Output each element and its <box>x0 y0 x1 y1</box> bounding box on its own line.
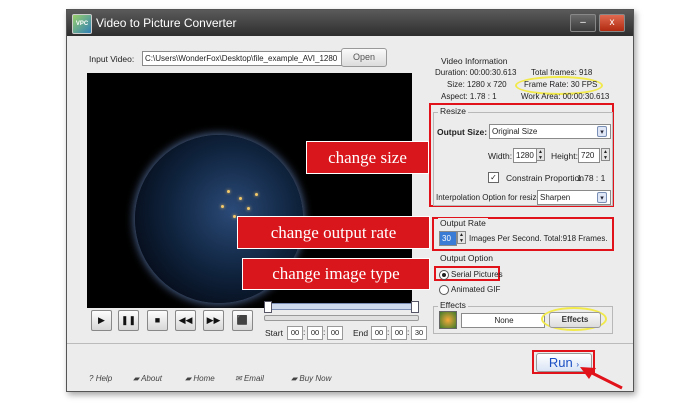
about-icon: ▰ <box>133 374 140 383</box>
end-seconds[interactable]: 30 <box>411 326 427 340</box>
end-label: End <box>353 328 369 338</box>
width-label: Width: <box>488 151 513 161</box>
minimize-button[interactable]: – <box>570 14 596 32</box>
effects-thumbnail-icon <box>439 311 457 329</box>
aspect-text: Aspect: 1.78 : 1 <box>441 92 497 101</box>
buy-now-link[interactable]: ▰ Buy Now <box>291 374 331 383</box>
snapshot-camera-icon[interactable]: ⬛ <box>232 310 253 331</box>
video-information-title: Video Information <box>441 56 508 66</box>
about-link[interactable]: ▰ About <box>133 374 162 383</box>
run-button[interactable]: Run › <box>536 353 592 372</box>
help-link[interactable]: ? Help <box>89 374 112 383</box>
output-size-dropdown-icon[interactable]: ▾ <box>597 126 607 137</box>
width-spinner[interactable]: ▲ ▼ <box>536 148 545 161</box>
start-slider-handle[interactable] <box>264 301 272 313</box>
output-option-title: Output Option <box>438 253 495 263</box>
output-size-select[interactable]: Original Size <box>489 124 611 139</box>
email-label: Email <box>243 374 264 383</box>
help-icon: ? <box>89 374 94 383</box>
start-seconds[interactable]: 00 <box>327 326 343 340</box>
help-label: Help <box>95 374 113 383</box>
effects-title: Effects <box>438 300 468 310</box>
interpolation-label: Interpolation Option for resize: <box>436 193 544 202</box>
email-icon: ✉ <box>235 374 242 383</box>
height-spinner[interactable]: ▲ ▼ <box>601 148 610 161</box>
constrain-label: Constrain Proportion <box>506 173 584 183</box>
interpolation-dropdown-icon[interactable]: ▾ <box>597 192 607 203</box>
start-slider-track[interactable] <box>264 303 419 310</box>
start-label: Start <box>265 328 283 338</box>
previous-frame-button[interactable]: ◀◀ <box>175 310 196 331</box>
input-video-label: Input Video: <box>89 54 135 64</box>
title-bar: VPC Video to Picture Converter – x <box>67 10 633 36</box>
arrow-right-icon: › <box>576 360 580 369</box>
close-button[interactable]: x <box>599 14 625 32</box>
serial-pictures-radio[interactable] <box>439 270 449 280</box>
app-window: VPC Video to Picture Converter – x Input… <box>66 9 634 392</box>
end-minutes[interactable]: 00 <box>391 326 407 340</box>
play-button[interactable]: ▶ <box>91 310 112 331</box>
constrain-checkbox[interactable]: ✓ <box>488 172 499 183</box>
height-label: Height: <box>551 151 578 161</box>
output-rate-spinner[interactable]: ▲ ▼ <box>457 231 466 244</box>
email-link[interactable]: ✉ Email <box>235 374 264 383</box>
start-minutes[interactable]: 00 <box>307 326 323 340</box>
cart-icon: ▰ <box>291 374 298 383</box>
resize-title: Resize <box>438 106 468 116</box>
work-area-text: Work Area: 00:00:30.613 <box>521 92 610 101</box>
window-title: Video to Picture Converter <box>96 16 237 30</box>
output-rate-title: Output Rate <box>438 218 488 228</box>
output-size-label: Output Size: <box>437 127 488 137</box>
home-link[interactable]: ▰ Home <box>185 374 215 383</box>
pause-button[interactable]: ❚❚ <box>118 310 139 331</box>
run-label: Run <box>548 355 573 370</box>
start-hours[interactable]: 00 <box>287 326 303 340</box>
stop-button[interactable]: ■ <box>147 310 168 331</box>
about-label: About <box>141 374 162 383</box>
end-slider-handle[interactable] <box>411 301 419 313</box>
change-image-type-callout: change image type <box>242 258 430 290</box>
output-rate-text: Images Per Second. Total:918 Frames. <box>469 234 608 243</box>
home-label: Home <box>193 374 215 383</box>
next-frame-button[interactable]: ▶▶ <box>203 310 224 331</box>
width-input[interactable]: 1280 <box>513 148 537 163</box>
change-size-callout: change size <box>306 141 429 174</box>
serial-pictures-label: Serial Pictures <box>451 270 503 279</box>
duration-text: Duration: 00:00:30.613 <box>435 68 517 77</box>
buy-now-label: Buy Now <box>299 374 332 383</box>
height-input[interactable]: 720 <box>578 148 600 163</box>
effects-button[interactable]: Effects <box>549 312 601 328</box>
open-button[interactable]: Open <box>341 48 387 67</box>
animated-gif-radio[interactable] <box>439 285 449 295</box>
footer-divider <box>67 343 633 344</box>
home-icon: ▰ <box>185 374 192 383</box>
end-hours[interactable]: 00 <box>371 326 387 340</box>
change-output-rate-callout: change output rate <box>237 216 430 249</box>
size-text: Size: 1280 x 720 <box>447 80 507 89</box>
constrain-ratio: 1.78 : 1 <box>577 173 606 183</box>
output-rate-input[interactable]: 30 <box>439 231 457 246</box>
effects-value: None <box>461 313 545 328</box>
animated-gif-label: Animated GIF <box>451 285 501 294</box>
seek-bar[interactable] <box>264 315 419 321</box>
input-video-field[interactable]: C:\Users\WonderFox\Desktop\file_example_… <box>142 51 358 66</box>
frame-rate-text: Frame Rate: 30 FPS <box>524 80 598 89</box>
app-icon: VPC <box>72 14 92 34</box>
